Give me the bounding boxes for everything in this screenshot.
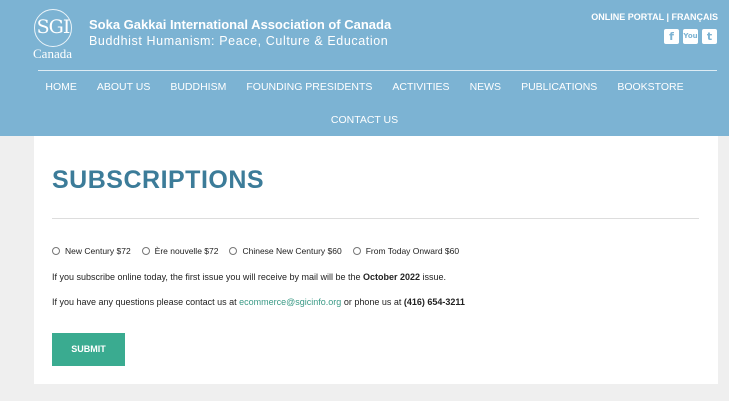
nav-row: HOME ABOUT US BUDDHISM FOUNDING PRESIDEN… — [0, 80, 729, 94]
note-text: issue. — [420, 272, 447, 282]
option-chinese-new-century[interactable]: Chinese New Century $60 — [229, 246, 342, 256]
option-new-century[interactable]: New Century $72 — [52, 246, 131, 256]
page-title: SUBSCRIPTIONS — [52, 166, 265, 194]
nav-activities[interactable]: ACTIVITIES — [382, 80, 459, 94]
facebook-icon[interactable]: f — [664, 29, 679, 44]
logo-mark: SGI — [36, 16, 71, 38]
nav-news[interactable]: NEWS — [460, 80, 512, 94]
first-issue-note: If you subscribe online today, the first… — [52, 272, 446, 282]
sgi-logo[interactable]: SGI Canada — [32, 9, 76, 61]
option-label: Chinese New Century $60 — [242, 246, 342, 256]
tumblr-icon[interactable]: t — [702, 29, 717, 44]
option-label: New Century $72 — [65, 246, 131, 256]
radio-button[interactable] — [352, 247, 361, 255]
francais-link[interactable]: FRANÇAIS — [672, 12, 719, 22]
top-links-separator: | — [666, 12, 669, 22]
nav-buddhism[interactable]: BUDDHISM — [160, 80, 236, 94]
nav-row: CONTACT US — [0, 113, 729, 127]
contact-note: If you have any questions please contact… — [52, 297, 465, 307]
subscription-options: New Century $72 Ère nouvelle $72 Chinese… — [52, 246, 470, 256]
email-link[interactable]: ecommerce@sgicinfo.org — [239, 297, 341, 307]
option-from-today-onward[interactable]: From Today Onward $60 — [352, 246, 460, 256]
top-links: ONLINE PORTAL | FRANÇAIS — [591, 12, 718, 22]
youtube-icon[interactable]: You — [683, 29, 698, 44]
nav-publications[interactable]: PUBLICATIONS — [511, 80, 607, 94]
option-label: Ère nouvelle $72 — [154, 246, 219, 256]
main-nav: HOME ABOUT US BUDDHISM FOUNDING PRESIDEN… — [0, 80, 729, 127]
nav-about-us[interactable]: ABOUT US — [87, 80, 160, 94]
nav-founding-presidents[interactable]: FOUNDING PRESIDENTS — [236, 80, 382, 94]
online-portal-link[interactable]: ONLINE PORTAL — [591, 12, 664, 22]
submit-button[interactable]: SUBMIT — [52, 333, 125, 366]
nav-home[interactable]: HOME — [35, 80, 87, 94]
option-label: From Today Onward $60 — [365, 246, 460, 256]
radio-button[interactable] — [52, 247, 60, 255]
social-links: f You t — [664, 29, 717, 44]
nav-bookstore[interactable]: BOOKSTORE — [607, 80, 693, 94]
nav-contact-us[interactable]: CONTACT US — [321, 113, 408, 127]
note-text: If you subscribe online today, the first… — [52, 272, 363, 282]
org-tagline: Buddhist Humanism: Peace, Culture & Educ… — [89, 34, 389, 48]
contact-text: If you have any questions please contact… — [52, 297, 240, 307]
main-content: SUBSCRIPTIONS New Century $72 Ère nouvel… — [34, 136, 718, 384]
header-divider — [38, 70, 717, 71]
phone-number: (416) 654-3211 — [403, 297, 465, 307]
radio-button[interactable] — [141, 247, 150, 255]
option-ere-nouvelle[interactable]: Ère nouvelle $72 — [141, 246, 219, 256]
site-header: SGI Canada Soka Gakkai International Ass… — [0, 0, 729, 136]
org-name: Soka Gakkai International Association of… — [89, 17, 392, 32]
logo-text: Canada — [33, 46, 72, 61]
contact-text: or phone us at — [341, 297, 404, 307]
issue-month: October 2022 — [362, 272, 421, 282]
radio-button[interactable] — [229, 247, 238, 255]
title-divider — [52, 218, 699, 219]
